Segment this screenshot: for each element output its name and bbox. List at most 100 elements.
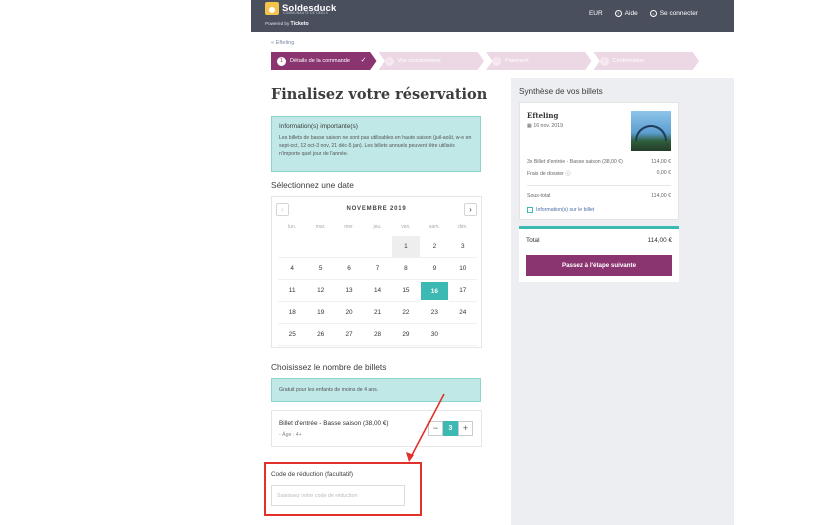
calendar-day[interactable]: 26 bbox=[306, 324, 335, 346]
calendar-day[interactable]: 19 bbox=[306, 302, 335, 324]
login-link[interactable]: • Se connecter bbox=[649, 10, 698, 17]
info-title: Information(s) importante(s) bbox=[279, 123, 358, 130]
summary-card: Efteling ▦ 16 nov. 2019 3x Billet d'entr… bbox=[519, 102, 679, 220]
calendar-day[interactable]: 23 bbox=[420, 302, 449, 324]
weekday-label: lun. bbox=[288, 224, 297, 230]
calendar-day[interactable]: 7 bbox=[363, 258, 392, 280]
ticket-info-link[interactable]: Information(s) sur le billet bbox=[527, 207, 594, 213]
powered-by-text: Powered by bbox=[265, 21, 290, 26]
nav-actions: EUR ? Aide • Se connecter bbox=[589, 10, 698, 17]
info-text: Les billets de basse saison ne sont pas … bbox=[279, 135, 472, 157]
calendar-month: NOVEMBRE 2019 bbox=[346, 206, 407, 212]
calendar-day[interactable]: 12 bbox=[306, 280, 335, 302]
calendar-day[interactable]: 24 bbox=[448, 302, 477, 324]
calendar-day bbox=[306, 236, 335, 258]
total-label: Total bbox=[526, 237, 540, 244]
weekday-label: dim. bbox=[458, 224, 468, 230]
calendar-day[interactable]: 3 bbox=[448, 236, 477, 258]
currency-selector[interactable]: EUR bbox=[589, 10, 603, 17]
info-icon[interactable]: ⓘ bbox=[565, 171, 570, 177]
line-item-label: 3x Billet d'entrée - Basse saison (38,00… bbox=[527, 159, 623, 165]
line-item-fees: Frais de dossier ⓘ 0,00 € bbox=[527, 170, 671, 177]
calendar-day[interactable]: 2 bbox=[420, 236, 449, 258]
visit-date: ▦ 16 nov. 2019 bbox=[527, 123, 563, 129]
help-icon: ? bbox=[614, 10, 622, 17]
help-link[interactable]: ? Aide bbox=[614, 10, 638, 17]
children-notice: Gratuit pour les enfants de moins de 4 a… bbox=[271, 378, 481, 402]
ticket-info-label: Information(s) sur le billet bbox=[536, 207, 595, 213]
subtotal-label: Sous-total bbox=[527, 193, 551, 199]
quantity-stepper: − 3 + bbox=[428, 421, 473, 436]
weekday-label: ven. bbox=[401, 224, 411, 230]
calendar-day[interactable]: 8 bbox=[391, 258, 421, 280]
calendar-day[interactable]: 10 bbox=[448, 258, 477, 280]
summary-title: Synthèse de vos billets bbox=[519, 87, 603, 96]
roller-coaster-image bbox=[635, 125, 667, 141]
calendar-day[interactable]: 22 bbox=[391, 302, 421, 324]
powered-by-brand: Ticketo bbox=[290, 21, 309, 27]
back-to-park-link[interactable]: « Efteling bbox=[271, 40, 294, 46]
weekday-label: sam. bbox=[428, 224, 440, 230]
subtotal-value: 114,00 € bbox=[651, 193, 671, 199]
calendar-day[interactable]: 18 bbox=[278, 302, 307, 324]
annotation-highlight-box bbox=[264, 462, 422, 516]
park-name: Efteling bbox=[527, 111, 559, 120]
calendar-day bbox=[363, 236, 392, 258]
calendar-day[interactable]: 29 bbox=[391, 324, 421, 346]
calendar-day[interactable]: 15 bbox=[391, 280, 421, 302]
ticket-row: Billet d'entrée - Basse saison (38,00 €)… bbox=[271, 410, 482, 447]
calendar-day bbox=[448, 324, 477, 346]
fees-value: 0,00 € bbox=[656, 170, 671, 176]
calendar-day[interactable]: 6 bbox=[334, 258, 364, 280]
ticket-name: Billet d'entrée - Basse saison (38,00 €) bbox=[279, 420, 389, 427]
decrease-quantity-button[interactable]: − bbox=[428, 421, 443, 436]
step-number: 4 bbox=[599, 56, 609, 66]
important-info-box: Information(s) importante(s) Les billets… bbox=[271, 116, 481, 172]
top-navbar: Soldesduck COMMUNAUTÉ DE DEALS Powered b… bbox=[251, 0, 734, 32]
next-month-button[interactable]: › bbox=[464, 203, 477, 216]
weekday-label: mer. bbox=[344, 224, 354, 230]
visit-date-text: 16 nov. 2019 bbox=[533, 123, 563, 129]
user-icon: • bbox=[649, 10, 657, 17]
checkmark-icon: ✓ bbox=[360, 57, 367, 64]
calendar-day[interactable]: 28 bbox=[363, 324, 392, 346]
calendar-day-selected[interactable]: 16 bbox=[421, 282, 448, 300]
total-value: 114,00 € bbox=[647, 237, 672, 244]
step-number: 3 bbox=[492, 56, 501, 66]
fees-label: Frais de dossier ⓘ bbox=[527, 170, 571, 177]
calendar-day[interactable]: 21 bbox=[363, 302, 392, 324]
calendar-day[interactable]: 20 bbox=[334, 302, 364, 324]
order-summary-sidebar: Synthèse de vos billets Efteling ▦ 16 no… bbox=[511, 78, 734, 525]
line-item-tickets: 3x Billet d'entrée - Basse saison (38,00… bbox=[527, 159, 671, 165]
calendar-day[interactable]: 14 bbox=[363, 280, 392, 302]
calendar-day[interactable]: 4 bbox=[278, 258, 307, 280]
calendar-day[interactable]: 25 bbox=[278, 324, 307, 346]
calendar-day[interactable]: 1 bbox=[391, 236, 421, 258]
powered-by: Powered by Ticketo bbox=[265, 21, 309, 27]
calendar-day[interactable]: 30 bbox=[420, 324, 449, 346]
page: Soldesduck COMMUNAUTÉ DE DEALS Powered b… bbox=[0, 0, 840, 525]
calendar-day[interactable]: 9 bbox=[420, 258, 449, 280]
calendar-day[interactable]: 11 bbox=[278, 280, 307, 302]
weekday-label: jeu. bbox=[373, 224, 382, 230]
step-label: Paiement bbox=[505, 58, 529, 64]
duck-logo-icon bbox=[265, 2, 279, 15]
step-label: Détails de la commande bbox=[290, 58, 351, 64]
total-row: Total 114,00 € bbox=[526, 237, 672, 244]
brand-tagline: COMMUNAUTÉ DE DEALS bbox=[283, 11, 329, 15]
step-order-details: 1 Détails de la commande ✓ bbox=[271, 52, 377, 70]
next-step-button[interactable]: Passez à l'étape suivante bbox=[526, 255, 672, 276]
calendar-day[interactable]: 13 bbox=[334, 280, 364, 302]
subtotal-row: Sous-total 114,00 € bbox=[527, 193, 671, 199]
select-date-heading: Sélectionnez une date bbox=[271, 180, 354, 190]
document-icon bbox=[527, 207, 533, 213]
calendar-day[interactable]: 27 bbox=[334, 324, 364, 346]
park-photo bbox=[631, 111, 671, 151]
login-label: Se connecter bbox=[659, 10, 698, 17]
step-label: Vos coordonnées bbox=[397, 58, 441, 64]
step-confirmation: 4 Confirmation bbox=[593, 52, 699, 70]
calendar-header: ‹ NOVEMBRE 2019 › bbox=[272, 203, 481, 217]
calendar-day[interactable]: 5 bbox=[306, 258, 335, 280]
calendar-day[interactable]: 17 bbox=[448, 280, 477, 302]
increase-quantity-button[interactable]: + bbox=[458, 421, 473, 436]
